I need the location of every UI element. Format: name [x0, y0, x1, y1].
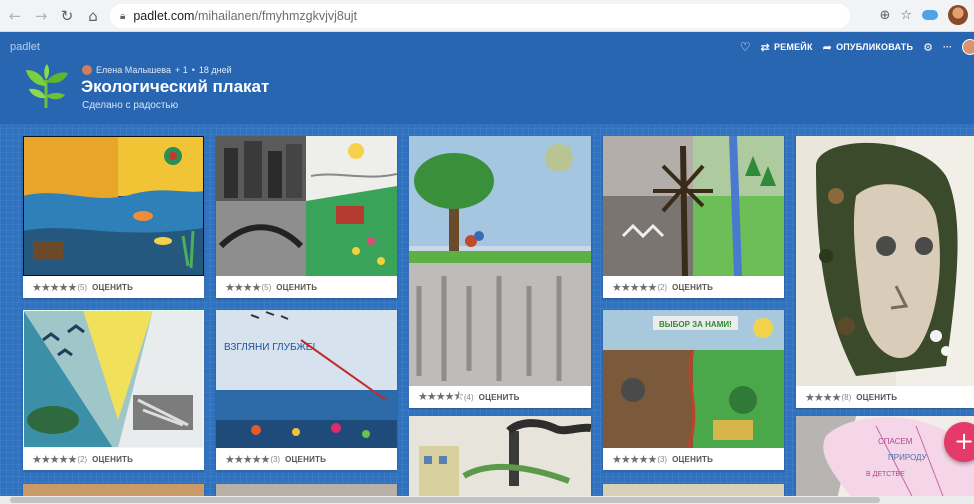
rating-count: (4): [463, 392, 474, 402]
reload-icon[interactable]: ↻: [56, 5, 78, 27]
post-12-text-c: В ДЕТСТВЕ: [866, 471, 905, 478]
rating-stars[interactable]: ★★★★★: [612, 281, 657, 294]
rating-count: (2): [657, 282, 668, 292]
rating-stars[interactable]: ★★★★: [805, 391, 841, 404]
header-toolbar: ♡ ⇄ РЕМЕЙК ➦ ОПУБЛИКОВАТЬ ⚙ ···: [740, 38, 974, 56]
rate-button[interactable]: ОЦЕНИТЬ: [285, 455, 326, 464]
extension-icon[interactable]: [922, 10, 938, 20]
rating-bar: ★★★★★ (3) ОЦЕНИТЬ: [603, 448, 784, 470]
rate-button[interactable]: ОЦЕНИТЬ: [856, 393, 897, 402]
rating-stars[interactable]: ★★★★★: [32, 453, 77, 466]
heart-icon[interactable]: ♡: [740, 40, 751, 54]
post-age: 18 дней: [198, 65, 232, 75]
rating-bar: ★★★★★ (2) ОЦЕНИТЬ: [23, 448, 204, 470]
post-12-text-b: ПРИРОДУ: [888, 453, 928, 462]
remake-label: РЕМЕЙК: [773, 42, 813, 52]
post-image-forest: [603, 136, 784, 276]
board-logo-plant-icon: [26, 64, 68, 109]
horizontal-scrollbar[interactable]: [0, 496, 974, 504]
remake-button[interactable]: ⇄ РЕМЕЙК: [761, 41, 813, 54]
rate-button[interactable]: ОЦЕНИТЬ: [92, 455, 133, 464]
post-image-face-collage: [796, 136, 974, 386]
padlet-board: padlet ♡ ⇄ РЕМЕЙК ➦ ОПУБЛИКОВАТЬ ⚙ ··· Е…: [0, 32, 974, 504]
scrollbar-thumb[interactable]: [10, 497, 880, 503]
board-header: padlet ♡ ⇄ РЕМЕЙК ➦ ОПУБЛИКОВАТЬ ⚙ ··· Е…: [0, 32, 974, 124]
share-arrow-icon: ➦: [822, 40, 833, 54]
forward-icon[interactable]: →: [30, 5, 52, 27]
rating-bar: ★★★★★ (5) ОЦЕНИТЬ: [23, 276, 204, 298]
post-meta: Елена Малышева + 1 • 18 дней: [82, 65, 232, 75]
back-icon[interactable]: ←: [4, 5, 26, 27]
rating-count: (5): [261, 282, 272, 292]
zoom-icon[interactable]: ⊕: [879, 8, 890, 23]
post-image-ocean: [23, 136, 204, 276]
browser-chrome: ← → ↻ ⌂ 🔒︎ padlet.com /mihailanen/fmyhmz…: [0, 0, 974, 32]
rate-button[interactable]: ОЦЕНИТЬ: [276, 283, 317, 292]
meta-separator: •: [191, 65, 195, 75]
rate-button[interactable]: ОЦЕНИТЬ: [672, 455, 713, 464]
post-card[interactable]: ★★★★⯪ (4) ОЦЕНИТЬ: [409, 136, 591, 408]
lock-icon: 🔒︎: [120, 10, 126, 22]
rate-button[interactable]: ОЦЕНИТЬ: [479, 393, 520, 402]
post-image-choice: ВЫБОР ЗА НАМИ!: [603, 310, 784, 448]
post-8-text-a: ВЫБОР ЗА НАМИ!: [659, 320, 732, 329]
post-6-text-a: ВЗГЛЯНИ ГЛУБЖЕ!: [224, 342, 315, 353]
profile-avatar[interactable]: [948, 5, 968, 25]
star-icon[interactable]: ☆: [900, 8, 912, 23]
author-avatar: [82, 65, 92, 75]
rating-count: (3): [657, 454, 668, 464]
post-image-factory: [409, 416, 591, 504]
post-image-tree-cliff: [409, 136, 591, 386]
rating-bar: ★★★★ (8) ОЦЕНИТЬ: [796, 386, 974, 408]
home-icon[interactable]: ⌂: [82, 5, 104, 27]
publish-label: ОПУБЛИКОВАТЬ: [836, 42, 914, 52]
rating-count: (8): [841, 392, 852, 402]
rating-bar: ★★★★★ (3) ОЦЕНИТЬ: [216, 448, 397, 470]
rate-button[interactable]: ОЦЕНИТЬ: [92, 283, 133, 292]
address-bar[interactable]: 🔒︎ padlet.com /mihailanen/fmyhmzgkvjvj8u…: [110, 4, 850, 28]
rate-button[interactable]: ОЦЕНИТЬ: [672, 283, 713, 292]
author-name[interactable]: Елена Малышева: [96, 65, 171, 75]
url-path: /mihailanen/fmyhmzgkvjvj8ujt: [194, 9, 358, 23]
post-image-city: [216, 136, 397, 276]
rating-count: (2): [77, 454, 88, 464]
post-image-ocean-graph: ВЗГЛЯНИ ГЛУБЖЕ!: [216, 310, 397, 448]
board-title: Экологический плакат: [81, 77, 270, 96]
rating-stars[interactable]: ★★★★★: [225, 453, 270, 466]
board-subtitle: Сделано с радостью: [82, 100, 179, 111]
rating-bar: ★★★★★ (2) ОЦЕНИТЬ: [603, 276, 784, 298]
contributors-count: + 1: [174, 65, 188, 75]
post-image-birds: [23, 310, 204, 448]
remake-icon: ⇄: [760, 40, 770, 54]
post-card[interactable]: ★★★★ (8) ОЦЕНИТЬ: [796, 136, 974, 408]
rating-stars[interactable]: ★★★★★: [612, 453, 657, 466]
rating-stars[interactable]: ★★★★⯪: [418, 388, 464, 407]
url-host: padlet.com: [133, 9, 195, 23]
post-12-text-a: СПАСЕМ: [878, 437, 913, 446]
padlet-logo-text[interactable]: padlet: [10, 41, 40, 53]
rating-bar: ★★★★ (5) ОЦЕНИТЬ: [216, 276, 397, 298]
rating-count: (5): [77, 282, 88, 292]
rating-stars[interactable]: ★★★★: [225, 281, 261, 294]
more-menu-icon[interactable]: ···: [943, 42, 952, 52]
post-card[interactable]: ★★★★ (5) ОЦЕНИТЬ: [216, 136, 397, 298]
post-card[interactable]: ★★★★★ (5) ОЦЕНИТЬ: [23, 136, 204, 298]
post-card[interactable]: ВЫБОР ЗА НАМИ! ★★★★★ (3) ОЦЕНИТЬ: [603, 310, 784, 470]
settings-gear-icon[interactable]: ⚙: [923, 41, 933, 54]
post-card[interactable]: ★★★★★ (2) ОЦЕНИТЬ: [23, 310, 204, 470]
account-avatar[interactable]: [962, 39, 974, 55]
rating-bar: ★★★★⯪ (4) ОЦЕНИТЬ: [409, 386, 591, 408]
post-card[interactable]: ВЗГЛЯНИ ГЛУБЖЕ! ★★★★★ (3) ОЦЕНИТЬ: [216, 310, 397, 470]
publish-button[interactable]: ➦ ОПУБЛИКОВАТЬ: [823, 41, 913, 54]
post-card[interactable]: ★★★★★ (2) ОЦЕНИТЬ: [603, 136, 784, 298]
post-card[interactable]: [409, 416, 591, 504]
rating-count: (3): [270, 454, 281, 464]
rating-stars[interactable]: ★★★★★: [32, 281, 77, 294]
